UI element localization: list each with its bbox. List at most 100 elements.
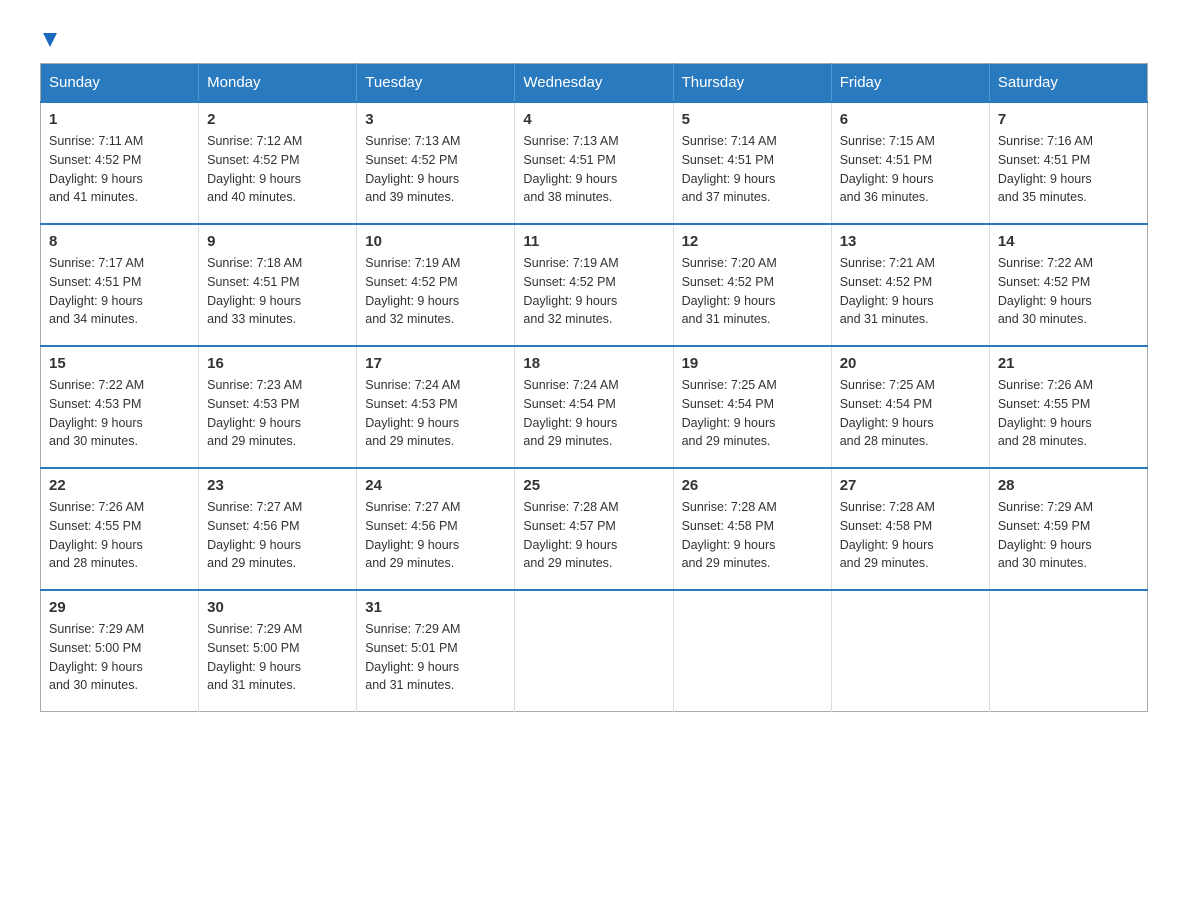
calendar-day-cell: [831, 590, 989, 712]
calendar-day-cell: 25 Sunrise: 7:28 AM Sunset: 4:57 PM Dayl…: [515, 468, 673, 590]
day-info: Sunrise: 7:21 AM Sunset: 4:52 PM Dayligh…: [840, 254, 981, 329]
calendar-day-cell: 5 Sunrise: 7:14 AM Sunset: 4:51 PM Dayli…: [673, 102, 831, 224]
calendar-day-cell: 9 Sunrise: 7:18 AM Sunset: 4:51 PM Dayli…: [199, 224, 357, 346]
day-number: 25: [523, 477, 664, 494]
day-info: Sunrise: 7:22 AM Sunset: 4:53 PM Dayligh…: [49, 376, 190, 451]
day-info: Sunrise: 7:28 AM Sunset: 4:58 PM Dayligh…: [682, 498, 823, 573]
weekday-header-tuesday: Tuesday: [357, 64, 515, 103]
day-info: Sunrise: 7:26 AM Sunset: 4:55 PM Dayligh…: [49, 498, 190, 573]
day-number: 19: [682, 355, 823, 372]
calendar-day-cell: 11 Sunrise: 7:19 AM Sunset: 4:52 PM Dayl…: [515, 224, 673, 346]
day-info: Sunrise: 7:27 AM Sunset: 4:56 PM Dayligh…: [365, 498, 506, 573]
calendar-week-row: 22 Sunrise: 7:26 AM Sunset: 4:55 PM Dayl…: [41, 468, 1148, 590]
day-number: 8: [49, 233, 190, 250]
calendar-day-cell: 29 Sunrise: 7:29 AM Sunset: 5:00 PM Dayl…: [41, 590, 199, 712]
day-number: 2: [207, 111, 348, 128]
day-number: 7: [998, 111, 1139, 128]
day-info: Sunrise: 7:26 AM Sunset: 4:55 PM Dayligh…: [998, 376, 1139, 451]
day-number: 26: [682, 477, 823, 494]
day-number: 24: [365, 477, 506, 494]
day-number: 22: [49, 477, 190, 494]
calendar-day-cell: 18 Sunrise: 7:24 AM Sunset: 4:54 PM Dayl…: [515, 346, 673, 468]
day-info: Sunrise: 7:15 AM Sunset: 4:51 PM Dayligh…: [840, 132, 981, 207]
day-info: Sunrise: 7:29 AM Sunset: 5:00 PM Dayligh…: [207, 620, 348, 695]
calendar-table: SundayMondayTuesdayWednesdayThursdayFrid…: [40, 63, 1148, 712]
calendar-day-cell: 4 Sunrise: 7:13 AM Sunset: 4:51 PM Dayli…: [515, 102, 673, 224]
day-number: 14: [998, 233, 1139, 250]
weekday-header-thursday: Thursday: [673, 64, 831, 103]
day-info: Sunrise: 7:24 AM Sunset: 4:54 PM Dayligh…: [523, 376, 664, 451]
calendar-week-row: 8 Sunrise: 7:17 AM Sunset: 4:51 PM Dayli…: [41, 224, 1148, 346]
day-number: 1: [49, 111, 190, 128]
day-number: 29: [49, 599, 190, 616]
day-number: 10: [365, 233, 506, 250]
day-number: 16: [207, 355, 348, 372]
calendar-day-cell: 30 Sunrise: 7:29 AM Sunset: 5:00 PM Dayl…: [199, 590, 357, 712]
calendar-day-cell: 21 Sunrise: 7:26 AM Sunset: 4:55 PM Dayl…: [989, 346, 1147, 468]
day-number: 30: [207, 599, 348, 616]
day-number: 5: [682, 111, 823, 128]
calendar-day-cell: 15 Sunrise: 7:22 AM Sunset: 4:53 PM Dayl…: [41, 346, 199, 468]
day-info: Sunrise: 7:14 AM Sunset: 4:51 PM Dayligh…: [682, 132, 823, 207]
logo: [40, 30, 57, 43]
calendar-day-cell: 17 Sunrise: 7:24 AM Sunset: 4:53 PM Dayl…: [357, 346, 515, 468]
calendar-day-cell: 3 Sunrise: 7:13 AM Sunset: 4:52 PM Dayli…: [357, 102, 515, 224]
day-number: 13: [840, 233, 981, 250]
day-info: Sunrise: 7:12 AM Sunset: 4:52 PM Dayligh…: [207, 132, 348, 207]
day-info: Sunrise: 7:27 AM Sunset: 4:56 PM Dayligh…: [207, 498, 348, 573]
calendar-day-cell: 28 Sunrise: 7:29 AM Sunset: 4:59 PM Dayl…: [989, 468, 1147, 590]
calendar-week-row: 29 Sunrise: 7:29 AM Sunset: 5:00 PM Dayl…: [41, 590, 1148, 712]
page-header: [40, 30, 1148, 43]
calendar-day-cell: 24 Sunrise: 7:27 AM Sunset: 4:56 PM Dayl…: [357, 468, 515, 590]
weekday-header-sunday: Sunday: [41, 64, 199, 103]
day-number: 12: [682, 233, 823, 250]
day-info: Sunrise: 7:13 AM Sunset: 4:51 PM Dayligh…: [523, 132, 664, 207]
day-number: 23: [207, 477, 348, 494]
calendar-day-cell: 16 Sunrise: 7:23 AM Sunset: 4:53 PM Dayl…: [199, 346, 357, 468]
day-info: Sunrise: 7:28 AM Sunset: 4:57 PM Dayligh…: [523, 498, 664, 573]
weekday-header-friday: Friday: [831, 64, 989, 103]
day-info: Sunrise: 7:29 AM Sunset: 5:01 PM Dayligh…: [365, 620, 506, 695]
calendar-day-cell: 12 Sunrise: 7:20 AM Sunset: 4:52 PM Dayl…: [673, 224, 831, 346]
day-number: 9: [207, 233, 348, 250]
calendar-day-cell: 2 Sunrise: 7:12 AM Sunset: 4:52 PM Dayli…: [199, 102, 357, 224]
calendar-day-cell: [515, 590, 673, 712]
weekday-header-monday: Monday: [199, 64, 357, 103]
calendar-header-row: SundayMondayTuesdayWednesdayThursdayFrid…: [41, 64, 1148, 103]
calendar-day-cell: 26 Sunrise: 7:28 AM Sunset: 4:58 PM Dayl…: [673, 468, 831, 590]
weekday-header-wednesday: Wednesday: [515, 64, 673, 103]
day-number: 6: [840, 111, 981, 128]
day-info: Sunrise: 7:29 AM Sunset: 4:59 PM Dayligh…: [998, 498, 1139, 573]
calendar-week-row: 15 Sunrise: 7:22 AM Sunset: 4:53 PM Dayl…: [41, 346, 1148, 468]
calendar-day-cell: 22 Sunrise: 7:26 AM Sunset: 4:55 PM Dayl…: [41, 468, 199, 590]
calendar-day-cell: 6 Sunrise: 7:15 AM Sunset: 4:51 PM Dayli…: [831, 102, 989, 224]
calendar-day-cell: 14 Sunrise: 7:22 AM Sunset: 4:52 PM Dayl…: [989, 224, 1147, 346]
calendar-day-cell: 27 Sunrise: 7:28 AM Sunset: 4:58 PM Dayl…: [831, 468, 989, 590]
day-info: Sunrise: 7:11 AM Sunset: 4:52 PM Dayligh…: [49, 132, 190, 207]
day-number: 18: [523, 355, 664, 372]
calendar-day-cell: 20 Sunrise: 7:25 AM Sunset: 4:54 PM Dayl…: [831, 346, 989, 468]
weekday-header-saturday: Saturday: [989, 64, 1147, 103]
day-info: Sunrise: 7:13 AM Sunset: 4:52 PM Dayligh…: [365, 132, 506, 207]
day-info: Sunrise: 7:20 AM Sunset: 4:52 PM Dayligh…: [682, 254, 823, 329]
calendar-day-cell: 31 Sunrise: 7:29 AM Sunset: 5:01 PM Dayl…: [357, 590, 515, 712]
calendar-day-cell: 1 Sunrise: 7:11 AM Sunset: 4:52 PM Dayli…: [41, 102, 199, 224]
day-number: 15: [49, 355, 190, 372]
day-info: Sunrise: 7:25 AM Sunset: 4:54 PM Dayligh…: [682, 376, 823, 451]
day-info: Sunrise: 7:22 AM Sunset: 4:52 PM Dayligh…: [998, 254, 1139, 329]
day-number: 4: [523, 111, 664, 128]
calendar-day-cell: 8 Sunrise: 7:17 AM Sunset: 4:51 PM Dayli…: [41, 224, 199, 346]
calendar-day-cell: 23 Sunrise: 7:27 AM Sunset: 4:56 PM Dayl…: [199, 468, 357, 590]
day-number: 11: [523, 233, 664, 250]
day-info: Sunrise: 7:19 AM Sunset: 4:52 PM Dayligh…: [523, 254, 664, 329]
day-info: Sunrise: 7:17 AM Sunset: 4:51 PM Dayligh…: [49, 254, 190, 329]
calendar-day-cell: 13 Sunrise: 7:21 AM Sunset: 4:52 PM Dayl…: [831, 224, 989, 346]
day-number: 31: [365, 599, 506, 616]
day-number: 17: [365, 355, 506, 372]
logo-triangle-icon: [43, 33, 57, 47]
day-number: 27: [840, 477, 981, 494]
day-info: Sunrise: 7:25 AM Sunset: 4:54 PM Dayligh…: [840, 376, 981, 451]
day-info: Sunrise: 7:28 AM Sunset: 4:58 PM Dayligh…: [840, 498, 981, 573]
calendar-week-row: 1 Sunrise: 7:11 AM Sunset: 4:52 PM Dayli…: [41, 102, 1148, 224]
calendar-day-cell: 19 Sunrise: 7:25 AM Sunset: 4:54 PM Dayl…: [673, 346, 831, 468]
